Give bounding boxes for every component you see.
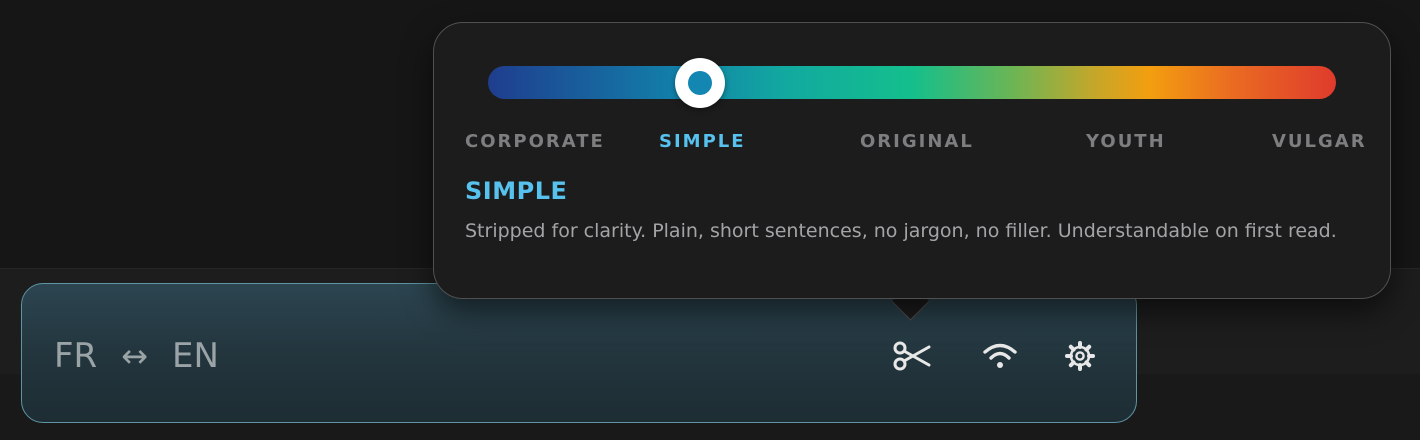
tone-slider-track[interactable] xyxy=(488,58,1336,108)
translation-toolbar: FR ↔ EN xyxy=(21,283,1137,423)
scissors-icon[interactable] xyxy=(892,336,932,376)
tone-labels: CORPORATE SIMPLE ORIGINAL YOUTH VULGAR xyxy=(434,131,1390,153)
tone-label-youth[interactable]: YOUTH xyxy=(1086,131,1166,152)
tone-popover: CORPORATE SIMPLE ORIGINAL YOUTH VULGAR S… xyxy=(433,22,1391,299)
selected-tone-description: Stripped for clarity. Plain, short sente… xyxy=(465,220,1337,242)
tone-slider-thumb[interactable] xyxy=(675,58,725,108)
slider-thumb-core xyxy=(688,71,712,95)
gear-icon[interactable] xyxy=(1060,336,1100,376)
tone-label-corporate[interactable]: CORPORATE xyxy=(465,131,605,152)
tone-label-simple[interactable]: SIMPLE xyxy=(659,131,746,152)
language-pair[interactable]: FR ↔ EN xyxy=(54,334,219,378)
tone-label-vulgar[interactable]: VULGAR xyxy=(1272,131,1367,152)
tone-label-original[interactable]: ORIGINAL xyxy=(860,131,974,152)
target-language[interactable]: EN xyxy=(172,336,219,376)
selected-tone-title: SIMPLE xyxy=(465,177,568,205)
source-language[interactable]: FR xyxy=(54,336,97,376)
swap-languages-icon[interactable]: ↔ xyxy=(121,337,148,375)
wifi-icon[interactable] xyxy=(980,336,1020,376)
